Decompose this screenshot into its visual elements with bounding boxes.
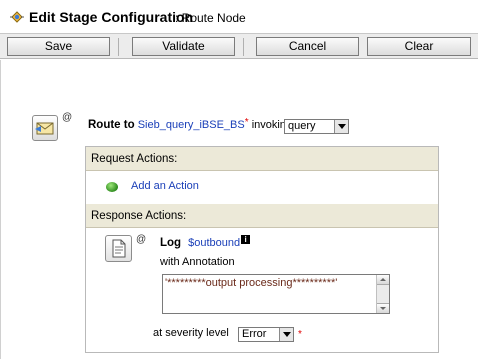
toolbar-separator bbox=[118, 38, 119, 56]
stage-config-icon bbox=[10, 11, 24, 23]
route-line: Route to Sieb_query_iBSE_BS* invoking bbox=[88, 117, 292, 135]
chevron-down-icon[interactable] bbox=[334, 120, 348, 133]
severity-label: at severity level bbox=[153, 327, 229, 339]
page-title: Edit Stage Configuration bbox=[29, 9, 194, 25]
log-variable-link[interactable]: $outbound bbox=[188, 237, 240, 249]
route-keyword: Route to bbox=[88, 119, 135, 131]
toolbar-separator bbox=[243, 38, 244, 56]
scroll-down-icon[interactable] bbox=[377, 303, 389, 313]
required-marker: * bbox=[244, 117, 249, 128]
annotation-value: '*********output processing**********' bbox=[165, 277, 338, 289]
annotation-label: with Annotation bbox=[160, 256, 235, 268]
scroll-up-icon[interactable] bbox=[377, 275, 389, 285]
service-link[interactable]: Sieb_query_iBSE_BS bbox=[138, 119, 245, 131]
cancel-button[interactable]: Cancel bbox=[256, 37, 359, 56]
log-document-icon[interactable] bbox=[105, 235, 132, 262]
severity-select[interactable]: Error bbox=[238, 327, 294, 342]
clear-button[interactable]: Clear bbox=[367, 37, 471, 56]
textarea-scrollbar[interactable] bbox=[376, 275, 389, 313]
log-at-symbol[interactable]: @ bbox=[136, 234, 146, 245]
info-icon[interactable]: i bbox=[241, 235, 251, 244]
response-actions-header: Response Actions: bbox=[86, 204, 438, 228]
add-action-link[interactable]: Add an Action bbox=[131, 180, 199, 192]
title-bar: Edit Stage Configuration : Route Node bbox=[0, 0, 478, 33]
operation-select[interactable]: query bbox=[284, 119, 349, 134]
add-action-icon[interactable] bbox=[106, 182, 118, 192]
page-subtitle: : Route Node bbox=[175, 11, 246, 25]
toolbar: Save Validate Cancel Clear bbox=[0, 33, 478, 59]
operation-select-value: query bbox=[288, 120, 316, 132]
validate-button[interactable]: Validate bbox=[132, 37, 235, 56]
route-envelope-icon[interactable] bbox=[32, 115, 58, 141]
chevron-down-icon[interactable] bbox=[279, 328, 293, 341]
request-actions-header: Request Actions: bbox=[86, 147, 438, 171]
severity-required-marker: * bbox=[298, 329, 302, 340]
log-keyword: Log bbox=[160, 237, 182, 249]
log-line: Log $outbound i bbox=[160, 235, 251, 249]
actions-panel: Request Actions: Add an Action Response … bbox=[85, 146, 439, 353]
annotation-textarea[interactable]: '*********output processing**********' bbox=[162, 274, 390, 314]
severity-select-value: Error bbox=[242, 328, 267, 340]
save-button[interactable]: Save bbox=[7, 37, 110, 56]
route-at-symbol[interactable]: @ bbox=[62, 112, 72, 123]
